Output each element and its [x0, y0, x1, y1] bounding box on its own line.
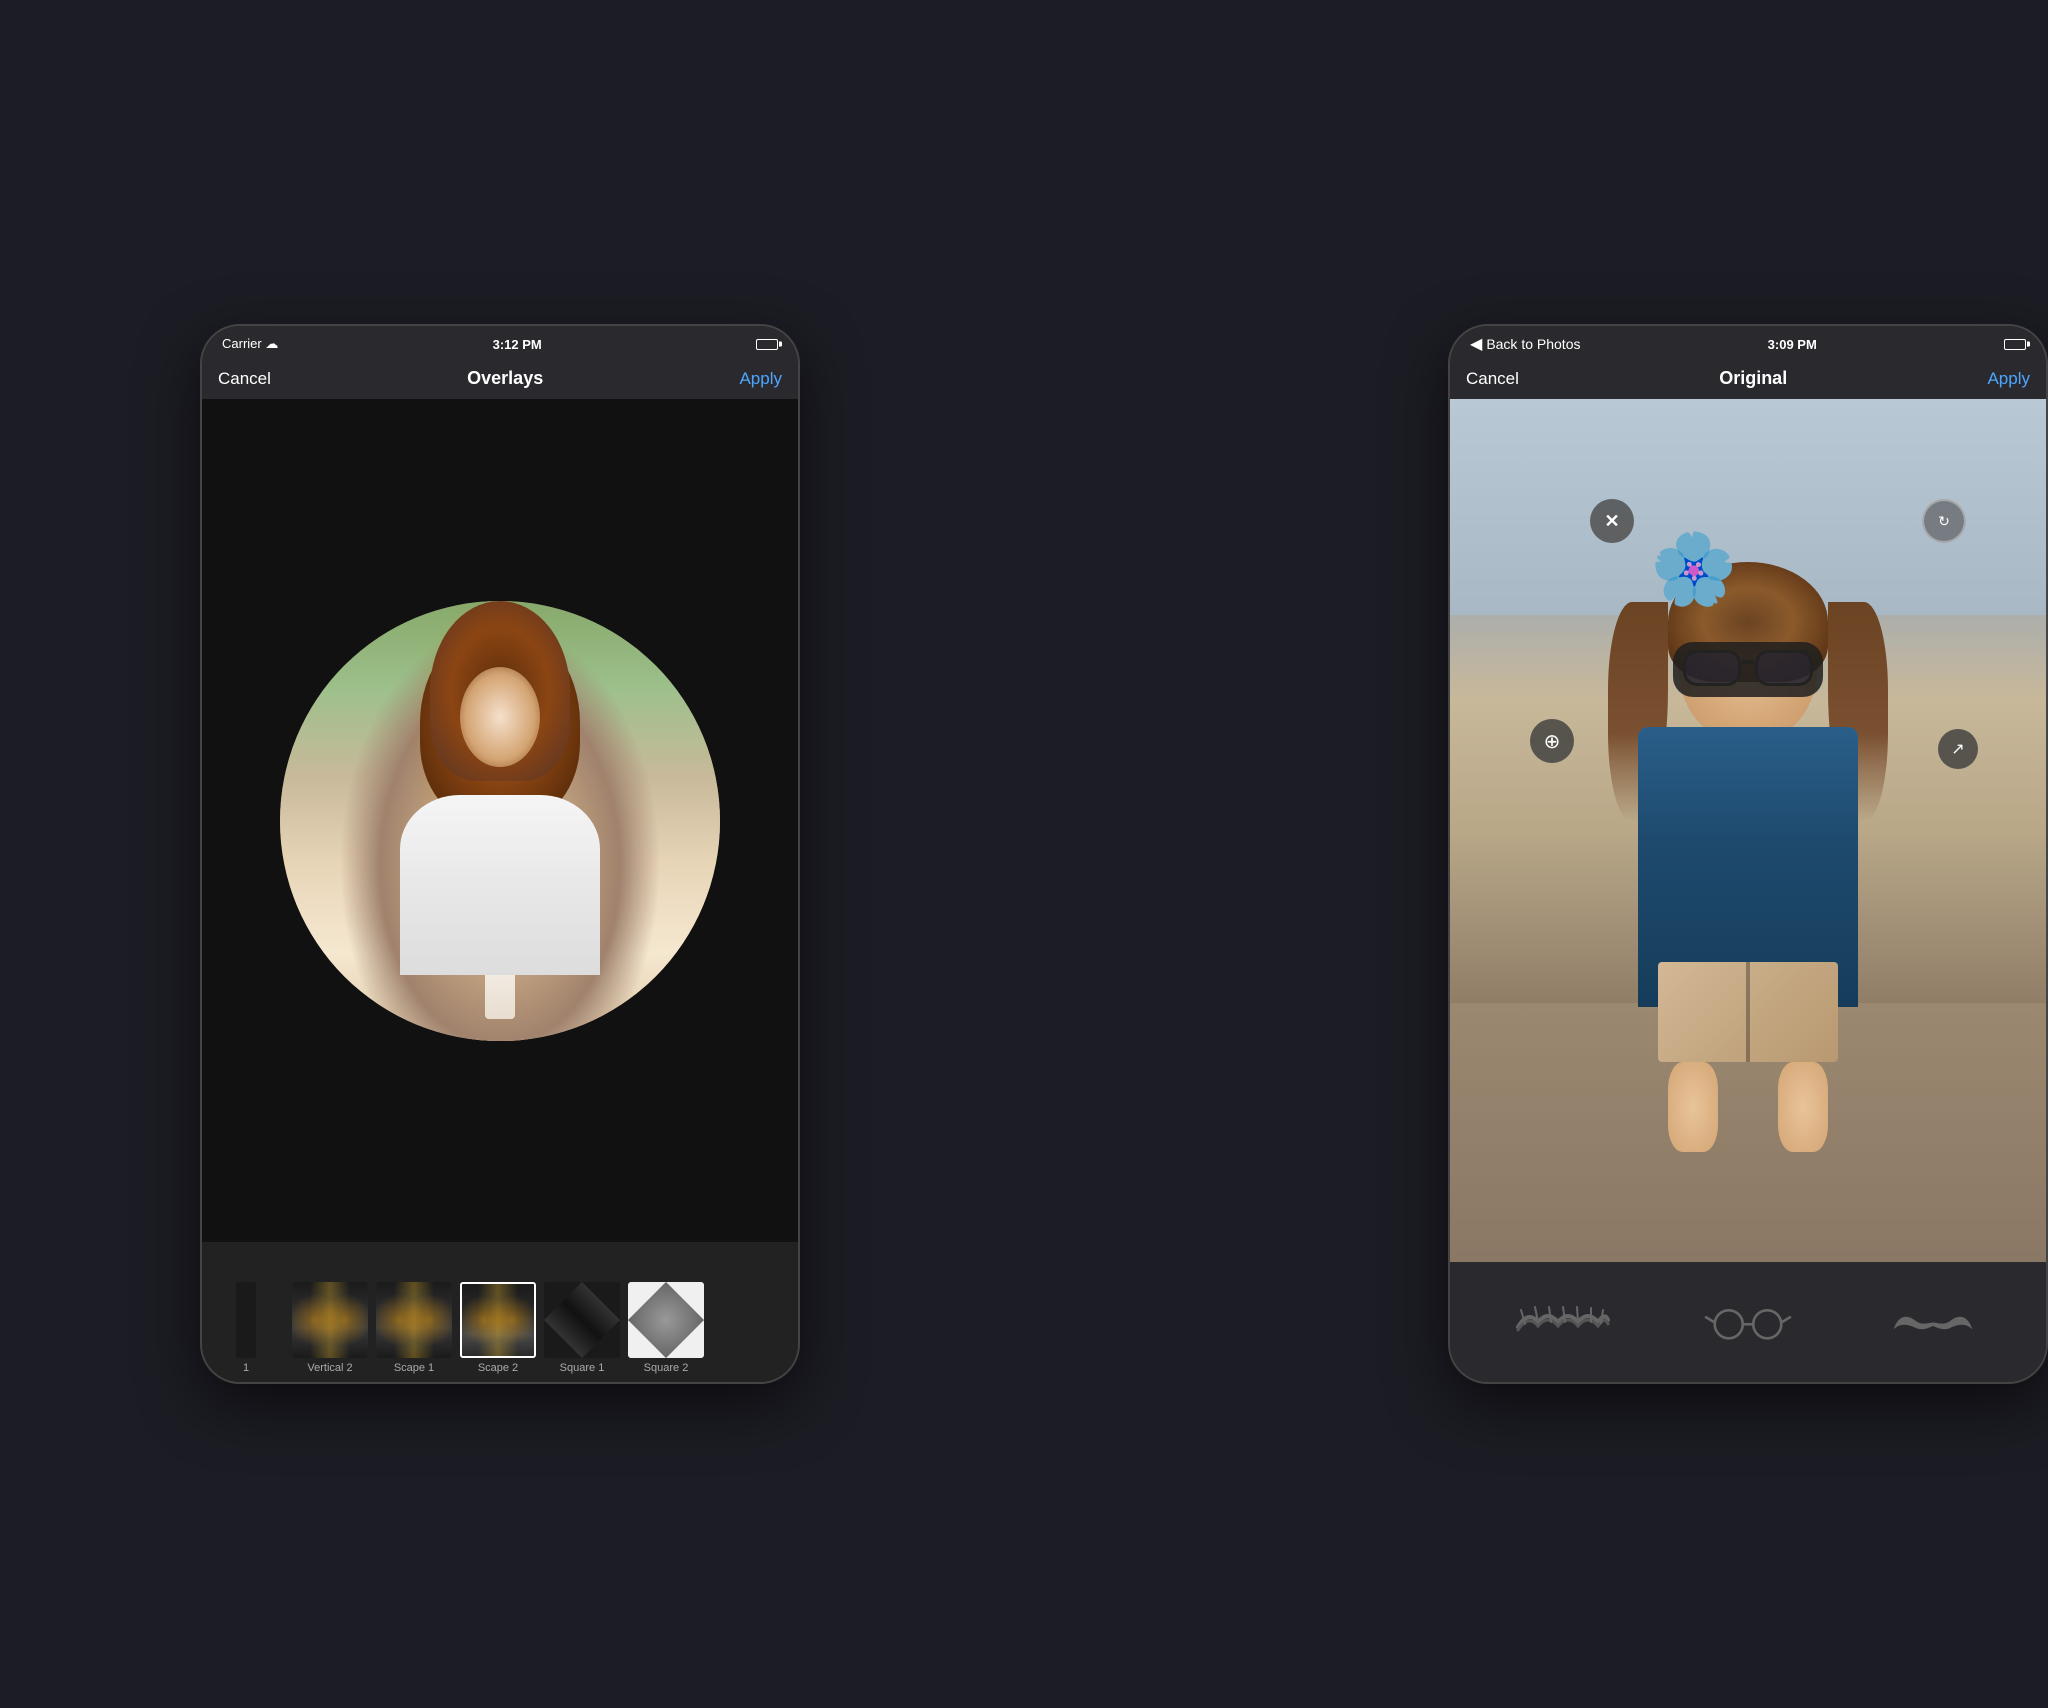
- road-lights: [292, 1282, 368, 1358]
- thumbnail-label: Square 2: [644, 1362, 689, 1374]
- right-status-bar: ◀ Back to Photos 3:09 PM: [1450, 326, 2046, 362]
- list-item[interactable]: Vertical 2: [290, 1282, 370, 1374]
- sticker-close-button[interactable]: ✕: [1590, 499, 1634, 543]
- thumbnail-label: 1: [243, 1362, 249, 1374]
- glasses-right-lens: [1755, 650, 1813, 686]
- girl-leg-right: [1778, 1062, 1828, 1152]
- road-graphic: [462, 1284, 534, 1356]
- rotate-icon: ↻: [1938, 513, 1950, 530]
- carrier-text: Carrier: [222, 336, 262, 351]
- book-spine: [1746, 962, 1750, 1062]
- right-bottom-toolbar: [1450, 1262, 2046, 1382]
- left-status-bar: Carrier ☁ 3:12 PM: [202, 326, 798, 362]
- glasses-left-lens: [1683, 650, 1741, 686]
- road-lights: [376, 1282, 452, 1358]
- right-nav-bar: Cancel Original Apply: [1450, 362, 2046, 399]
- road-graphic: [376, 1282, 452, 1358]
- book: [1658, 962, 1838, 1062]
- resize-icon: ↗: [1951, 739, 1964, 759]
- right-time: 3:09 PM: [1768, 337, 1817, 352]
- left-time: 3:12 PM: [493, 337, 542, 352]
- left-battery: [756, 339, 778, 350]
- right-nav-title: Original: [1719, 368, 1787, 389]
- glasses-sticker: [1673, 642, 1823, 697]
- wifi-icon: ☁: [265, 336, 278, 351]
- eyelash-tool-button[interactable]: [1503, 1287, 1623, 1357]
- thumbnail-label: Scape 2: [478, 1362, 518, 1374]
- thumbnail-strip: 1 Vertical 2 Scape 1: [202, 1242, 798, 1382]
- back-text[interactable]: Back to Photos: [1486, 336, 1580, 352]
- left-apply-button[interactable]: Apply: [739, 369, 782, 389]
- flower-sticker[interactable]: 🌸: [1650, 529, 1737, 611]
- thumbnail-square2[interactable]: [628, 1282, 704, 1358]
- list-item[interactable]: Scape 2: [458, 1282, 538, 1374]
- girl-leg-left: [1668, 1062, 1718, 1152]
- sticker-rotate-button[interactable]: ↻: [1922, 499, 1966, 543]
- left-cancel-button[interactable]: Cancel: [218, 369, 271, 389]
- add-icon: ⊕: [1544, 729, 1561, 754]
- girl-body: [1598, 572, 1898, 1092]
- shirt: [400, 849, 600, 909]
- sticker-resize-button[interactable]: ↗: [1938, 729, 1978, 769]
- list-item[interactable]: Square 2: [626, 1282, 706, 1374]
- thumbnail-label: Scape 1: [394, 1362, 434, 1374]
- glasses-bridge: [1742, 660, 1754, 664]
- battery-icon: [2004, 339, 2026, 350]
- thumbnail-label: Square 1: [560, 1362, 605, 1374]
- thumbnail-square1[interactable]: [544, 1282, 620, 1358]
- back-to-photos[interactable]: ◀ Back to Photos: [1470, 334, 1580, 354]
- sticker-add-button[interactable]: ⊕: [1530, 719, 1574, 763]
- left-phone: Carrier ☁ 3:12 PM Cancel Overlays Apply: [200, 324, 800, 1384]
- thumbnail-scape2[interactable]: [460, 1282, 536, 1358]
- face: [460, 667, 540, 767]
- thumbnail-label: Vertical 2: [307, 1362, 352, 1374]
- thumbnail-vertical2[interactable]: [292, 1282, 368, 1358]
- road-lights: [462, 1284, 534, 1356]
- glasses-icon: [1703, 1305, 1793, 1340]
- right-apply-button[interactable]: Apply: [1987, 369, 2030, 389]
- dandelion: [485, 959, 515, 1019]
- right-image-area: 🌸 ✕ ↻ ⊕ ↗: [1450, 399, 2046, 1262]
- skirt: [420, 864, 580, 944]
- road-graphic: [292, 1282, 368, 1358]
- glasses-tool-button[interactable]: [1688, 1287, 1808, 1357]
- back-arrow-icon: ◀: [1470, 334, 1482, 354]
- left-image-area: [202, 399, 798, 1242]
- close-icon: ✕: [1604, 511, 1619, 532]
- list-item[interactable]: 1: [206, 1282, 286, 1374]
- right-battery: [2004, 339, 2026, 350]
- mustache-icon: [1888, 1305, 1978, 1340]
- list-item[interactable]: Scape 1: [374, 1282, 454, 1374]
- thumbnail-scape1[interactable]: [376, 1282, 452, 1358]
- circle-overlay: [280, 601, 720, 1041]
- list-item[interactable]: Square 1: [542, 1282, 622, 1374]
- right-phone: ◀ Back to Photos 3:09 PM Cancel Original…: [1448, 324, 2048, 1384]
- left-nav-title: Overlays: [467, 368, 543, 389]
- carrier-label: Carrier ☁: [222, 336, 278, 352]
- battery-icon: [756, 339, 778, 350]
- woman-photo: [280, 601, 720, 1041]
- eyelash-icon: [1513, 1302, 1613, 1342]
- thumbnail-1[interactable]: [236, 1282, 256, 1358]
- right-cancel-button[interactable]: Cancel: [1466, 369, 1519, 389]
- left-nav-bar: Cancel Overlays Apply: [202, 362, 798, 399]
- mustache-tool-button[interactable]: [1873, 1287, 1993, 1357]
